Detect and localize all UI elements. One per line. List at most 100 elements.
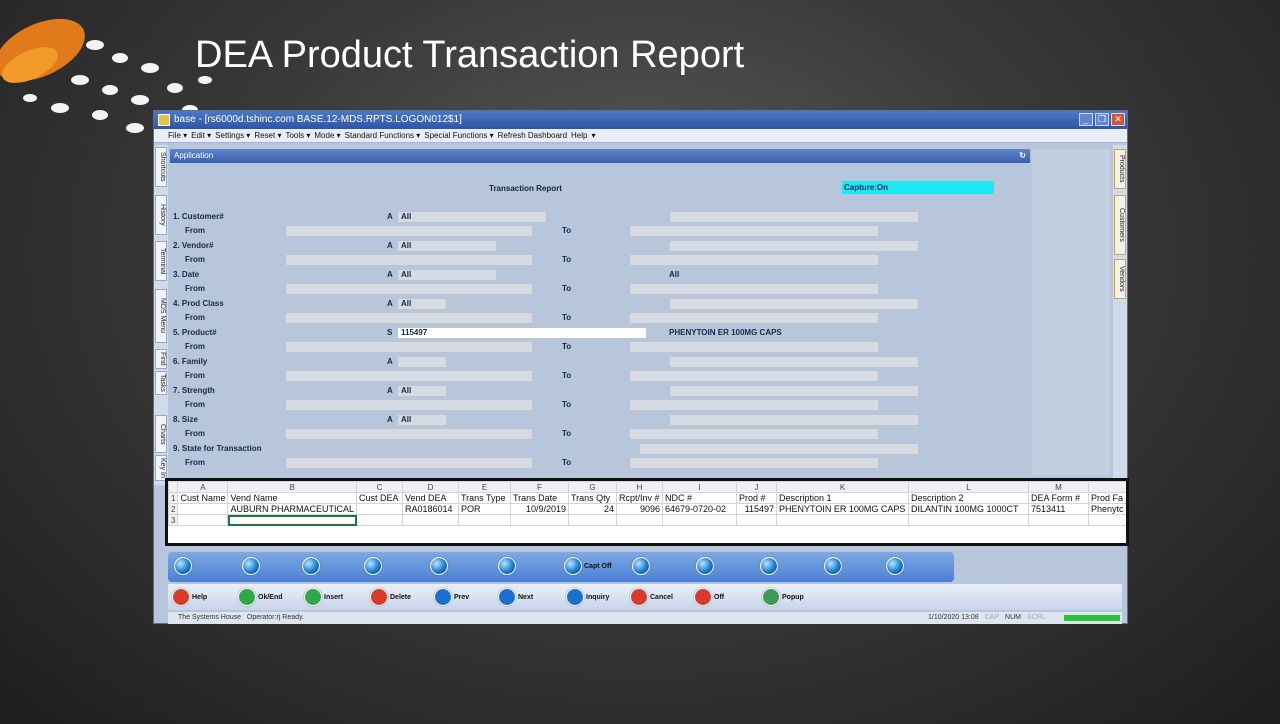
field-value-input[interactable]: All — [397, 385, 447, 397]
grid-cell[interactable] — [736, 514, 777, 526]
column-header[interactable]: D — [402, 481, 459, 493]
grid-cell[interactable]: Description 2 — [908, 492, 1029, 504]
grid-cell[interactable]: 9096 — [616, 503, 663, 515]
to-input[interactable] — [629, 225, 879, 237]
left-tab[interactable]: Terminal — [155, 241, 167, 281]
grid-cell[interactable] — [177, 514, 229, 526]
grid-cell[interactable]: Trans Qty — [568, 492, 617, 504]
field-value-input[interactable]: All — [397, 211, 547, 223]
grid-cell[interactable] — [356, 514, 403, 526]
column-header[interactable]: A — [177, 481, 229, 493]
left-tab[interactable]: History — [155, 195, 167, 235]
to-input[interactable] — [629, 312, 879, 324]
right-tab[interactable]: Products — [1114, 149, 1126, 189]
to-input[interactable] — [629, 254, 879, 266]
field-value-input[interactable]: All — [397, 298, 447, 310]
action-button-delete[interactable]: Delete — [370, 588, 411, 606]
column-header[interactable]: J — [736, 481, 777, 493]
from-input[interactable] — [285, 457, 533, 469]
column-header[interactable]: I — [662, 481, 737, 493]
field-select-code[interactable]: A — [387, 355, 393, 369]
grid-cell[interactable]: Prod Fa — [1088, 492, 1126, 504]
grid-cell[interactable]: Cust Name — [177, 492, 229, 504]
grid-cell[interactable] — [177, 503, 229, 515]
column-header[interactable]: B — [227, 481, 357, 493]
field-select-code[interactable]: A — [387, 268, 393, 282]
column-header[interactable]: G — [568, 481, 617, 493]
column-header[interactable]: C — [356, 481, 403, 493]
to-input[interactable] — [629, 428, 879, 440]
grid-cell[interactable] — [510, 514, 569, 526]
grid-cell[interactable]: Trans Date — [510, 492, 569, 504]
from-input[interactable] — [285, 370, 533, 382]
field-value-input[interactable]: All — [397, 269, 497, 281]
action-button-cancel[interactable]: Cancel — [630, 588, 673, 606]
grid-cell[interactable] — [356, 503, 403, 515]
grid-corner[interactable] — [168, 481, 179, 493]
grid-cell[interactable]: 10/9/2019 — [510, 503, 569, 515]
grid-cell[interactable] — [908, 514, 1029, 526]
grid-cell[interactable]: Phenytc — [1088, 503, 1126, 515]
function-key-button[interactable] — [302, 557, 320, 575]
column-header[interactable]: L — [908, 481, 1029, 493]
column-header[interactable]: K — [776, 481, 909, 493]
grid-cell[interactable] — [402, 514, 459, 526]
to-input[interactable] — [629, 399, 879, 411]
grid-cell[interactable] — [568, 514, 617, 526]
grid-cell[interactable]: 115497 — [736, 503, 777, 515]
grid-cell[interactable]: DEA Form # — [1028, 492, 1089, 504]
grid-cell[interactable]: DILANTIN 100MG 1000CT — [908, 503, 1029, 515]
action-button-inquiry[interactable]: Inquiry — [566, 588, 609, 606]
function-key-button[interactable] — [174, 557, 192, 575]
function-key-button[interactable] — [498, 557, 516, 575]
function-key-button[interactable] — [696, 557, 714, 575]
action-button-insert[interactable]: Insert — [304, 588, 343, 606]
grid-cell[interactable]: RA0186014 — [402, 503, 459, 515]
column-header[interactable]: H — [616, 481, 663, 493]
field-select-code[interactable]: A — [387, 210, 393, 224]
function-key-button[interactable] — [364, 557, 382, 575]
from-input[interactable] — [285, 283, 533, 295]
field-select-code[interactable]: S — [387, 326, 392, 340]
field-select-code[interactable]: A — [387, 413, 393, 427]
from-input[interactable] — [285, 399, 533, 411]
function-key-button[interactable] — [242, 557, 260, 575]
from-input[interactable] — [285, 225, 533, 237]
close-icon[interactable]: ✕ — [1111, 113, 1125, 126]
function-key-button[interactable] — [824, 557, 842, 575]
field-select-code[interactable]: A — [387, 384, 393, 398]
grid-cell[interactable]: Vend Name — [227, 492, 357, 504]
function-key-button[interactable] — [886, 557, 904, 575]
function-key-button[interactable]: Capt Off — [564, 557, 612, 575]
from-input[interactable] — [285, 428, 533, 440]
grid-cell[interactable]: Trans Type — [458, 492, 511, 504]
field-value-input[interactable]: 115497 — [397, 327, 647, 339]
grid-cell[interactable] — [227, 514, 357, 526]
minimize-icon[interactable]: _ — [1079, 113, 1093, 126]
row-number[interactable]: 3 — [168, 514, 179, 526]
field-select-code[interactable]: A — [387, 297, 393, 311]
left-tab[interactable]: Tasks — [155, 371, 167, 395]
field-value-input[interactable]: All — [397, 414, 447, 426]
action-button-off[interactable]: Off — [694, 588, 724, 606]
left-tab[interactable]: Charts — [155, 415, 167, 453]
grid-cell[interactable]: AUBURN PHARMACEUTICAL — [227, 503, 357, 515]
action-button-prev[interactable]: Prev — [434, 588, 469, 606]
grid-cell[interactable]: 64679-0720-02 — [662, 503, 737, 515]
column-header[interactable] — [1088, 481, 1126, 493]
grid-cell[interactable] — [1028, 514, 1089, 526]
grid-cell[interactable]: PHENYTOIN ER 100MG CAPS — [776, 503, 909, 515]
function-key-button[interactable] — [760, 557, 778, 575]
restore-icon[interactable]: ❐ — [1095, 113, 1109, 126]
action-button-okend[interactable]: Ok/End — [238, 588, 283, 606]
right-tab[interactable]: Vendors — [1114, 259, 1126, 299]
grid-cell[interactable]: Prod # — [736, 492, 777, 504]
to-input[interactable] — [629, 341, 879, 353]
function-key-button[interactable] — [632, 557, 650, 575]
column-header[interactable]: E — [458, 481, 511, 493]
left-tab[interactable]: MDS Menu — [155, 289, 167, 343]
grid-cell[interactable]: NDC # — [662, 492, 737, 504]
from-input[interactable] — [285, 341, 533, 353]
grid-cell[interactable] — [1088, 514, 1126, 526]
row-number[interactable]: 1 — [168, 492, 179, 504]
